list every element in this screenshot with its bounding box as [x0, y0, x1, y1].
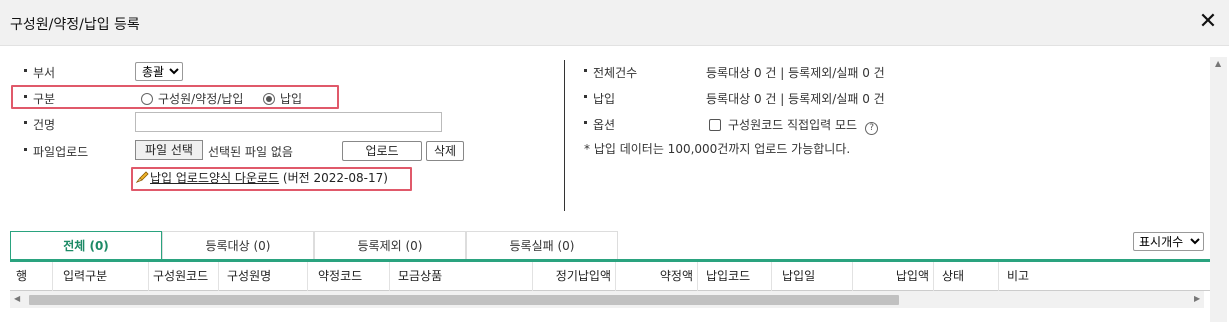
tab-register-excluded[interactable]: 등록제외 (0)	[314, 231, 466, 260]
radio-icon[interactable]	[141, 93, 153, 105]
section-divider	[564, 60, 565, 211]
column-header-member-name[interactable]: 구성원명	[219, 262, 308, 291]
download-row: 납입 업로드양식 다운로드 (버전 2022-08-17)	[135, 169, 388, 186]
column-header-status[interactable]: 상태	[934, 262, 999, 291]
dialog-titlebar: 구성원/약정/납입 등록 ✕	[0, 0, 1229, 46]
tab-register-failed[interactable]: 등록실패 (0)	[466, 231, 618, 260]
column-header-payment-code[interactable]: 납입코드	[698, 262, 772, 291]
tab-bar: 전체 (0) 등록대상 (0) 등록제외 (0) 등록실패 (0)	[10, 231, 618, 260]
download-template-link[interactable]: 납입 업로드양식 다운로드	[150, 171, 279, 185]
column-header-payment-date[interactable]: 납입일	[772, 262, 853, 291]
close-icon[interactable]: ✕	[1195, 9, 1221, 35]
column-header-regular-payment[interactable]: 정기납입액	[533, 262, 616, 291]
scroll-right-icon[interactable]: ▶	[1194, 294, 1200, 303]
options-label: 옵션	[584, 116, 615, 133]
pencil-hand-icon	[135, 171, 149, 183]
tab-all[interactable]: 전체 (0)	[10, 231, 162, 260]
column-header-pledge-amount[interactable]: 약정액	[616, 262, 698, 291]
no-file-text: 선택된 파일 없음	[208, 145, 293, 159]
column-header-input-type[interactable]: 입력구분	[53, 262, 149, 291]
dept-select[interactable]: 총괄	[135, 62, 183, 81]
type-option-payment[interactable]: 납입	[263, 90, 302, 107]
horizontal-scroll-thumb[interactable]	[29, 295, 899, 305]
upload-limit-note: * 납입 데이터는 100,000건까지 업로드 가능합니다.	[584, 142, 851, 156]
dept-label: 부서	[24, 64, 55, 81]
column-header-member-code[interactable]: 구성원코드	[149, 262, 219, 291]
download-version-text: (버전 2022-08-17)	[282, 171, 388, 185]
checkbox-icon[interactable]	[709, 119, 721, 131]
total-count-label: 전체건수	[584, 64, 637, 81]
scroll-up-icon[interactable]: ▲	[1215, 59, 1221, 68]
horizontal-scrollbar[interactable]: ◀ ▶	[10, 291, 1204, 308]
column-header-remark[interactable]: 비고	[999, 262, 1219, 291]
type-option-member[interactable]: 구성원/약정/납입	[141, 90, 243, 107]
upload-button[interactable]: 업로드	[342, 141, 422, 161]
member-code-mode-option[interactable]: 구성원코드 직접입력 모드?	[709, 116, 879, 135]
name-label: 건명	[24, 116, 55, 133]
radio-selected-icon[interactable]	[263, 93, 275, 105]
dialog-title: 구성원/약정/납입 등록	[10, 17, 140, 33]
vertical-scrollbar[interactable]: ▲	[1210, 57, 1227, 322]
tab-register-target[interactable]: 등록대상 (0)	[162, 231, 314, 260]
type-label: 구분	[24, 90, 55, 107]
upload-label: 파일업로드	[24, 143, 88, 160]
column-header-fund-product[interactable]: 모금상품	[390, 262, 533, 291]
display-count-select[interactable]: 표시개수	[1133, 232, 1204, 251]
column-header-payment-amount[interactable]: 납입액	[853, 262, 934, 291]
column-header-row-no[interactable]: 행	[10, 262, 53, 291]
help-icon[interactable]: ?	[865, 122, 879, 135]
payment-count-label: 납입	[584, 90, 615, 107]
choose-file-button[interactable]: 파일 선택	[135, 140, 203, 160]
scroll-left-icon[interactable]: ◀	[14, 294, 20, 303]
column-header-pledge-code[interactable]: 약정코드	[308, 262, 390, 291]
total-count-value: 등록대상 0 건 | 등록제외/실패 0 건	[706, 66, 885, 80]
delete-button[interactable]: 삭제	[426, 141, 464, 161]
name-input[interactable]	[135, 112, 442, 132]
payment-count-value: 등록대상 0 건 | 등록제외/실패 0 건	[706, 92, 885, 106]
table-header: 행 입력구분 구성원코드 구성원명 약정코드 모금상품 정기납입액 약정액 납입…	[10, 262, 1219, 291]
